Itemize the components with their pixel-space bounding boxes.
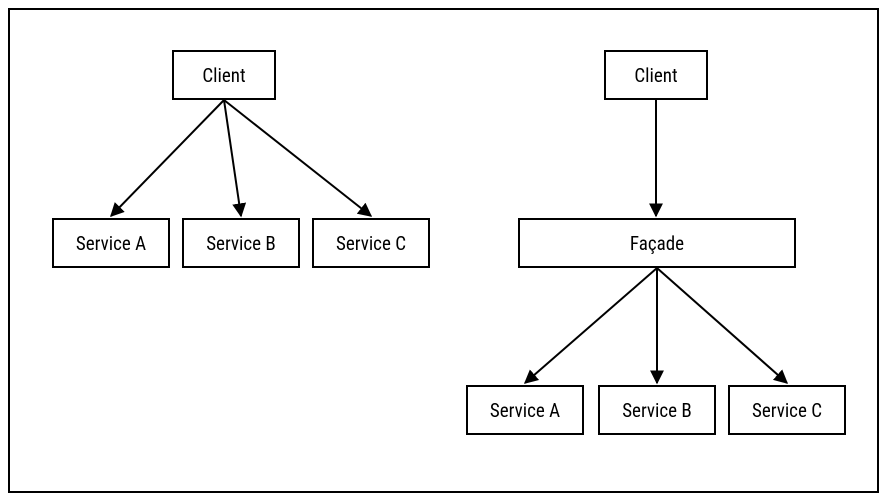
left-service-a-box: Service A <box>52 218 170 268</box>
left-service-c-box: Service C <box>312 218 430 268</box>
left-service-a-label: Service A <box>76 232 146 255</box>
right-client-label: Client <box>634 64 677 87</box>
left-service-b-box: Service B <box>182 218 300 268</box>
right-service-a-box: Service A <box>466 385 584 435</box>
right-service-a-label: Service A <box>490 399 560 422</box>
right-client-box: Client <box>604 50 708 100</box>
left-service-b-label: Service B <box>206 232 276 255</box>
left-service-c-label: Service C <box>336 232 406 255</box>
right-service-b-box: Service B <box>598 385 716 435</box>
left-client-label: Client <box>202 64 245 87</box>
right-facade-label: Façade <box>630 232 684 255</box>
right-service-c-label: Service C <box>752 399 822 422</box>
right-service-b-label: Service B <box>622 399 692 422</box>
right-service-c-box: Service C <box>728 385 846 435</box>
left-client-box: Client <box>172 50 276 100</box>
right-facade-box: Façade <box>518 218 796 268</box>
